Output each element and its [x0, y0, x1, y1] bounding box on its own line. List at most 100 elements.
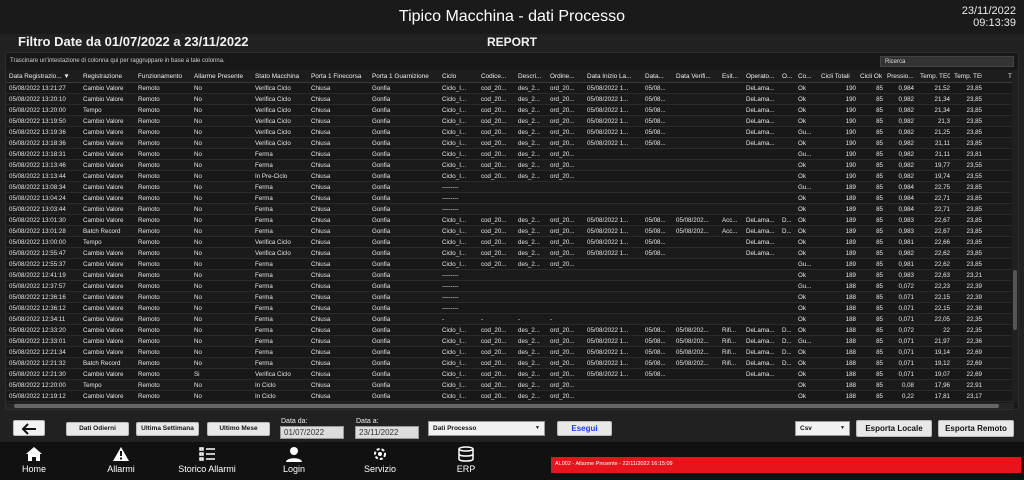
table-cell: 0,072	[898, 283, 914, 291]
table-cell: Ok	[798, 162, 806, 170]
run-button[interactable]: Esegui	[557, 421, 612, 436]
dataset-select[interactable]: Dati Processo ▼	[428, 421, 545, 436]
table-row[interactable]: 05/08/2022 13:18:31 Cambio Valore Remoto No…	[6, 149, 1014, 160]
table-row[interactable]: 05/08/2022 13:13:46 Cambio Valore Remoto No…	[6, 160, 1014, 171]
format-value: Csv	[800, 425, 812, 432]
table-row[interactable]: 05/08/2022 12:41:19 Cambio Valore Remoto No…	[6, 270, 1014, 281]
table-cell: 05/08...	[645, 140, 666, 148]
column-header[interactable]: O...	[782, 73, 796, 80]
table-cell: Verifica Ciclo	[255, 118, 291, 126]
table-cell: Cambio Valore	[83, 316, 124, 324]
column-header[interactable]: Cicli Ok	[860, 73, 883, 80]
export-remote-button[interactable]: Esporta Remoto	[938, 420, 1014, 437]
column-header[interactable]: Porta 1 Guarnizione	[372, 73, 440, 80]
table-row[interactable]: 05/08/2022 13:21:27 Cambio Valore Remoto No…	[6, 83, 1014, 94]
table-row[interactable]: 05/08/2022 13:01:28 Batch Record Remoto No F…	[6, 226, 1014, 237]
table-row[interactable]: 05/08/2022 13:20:10 Cambio Valore Remoto No…	[6, 94, 1014, 105]
column-header[interactable]: Temp. TE02	[954, 73, 982, 80]
nav-alarms[interactable]: Allarmi	[98, 444, 144, 480]
table-row[interactable]: 05/08/2022 13:19:50 Cambio Valore Remoto No…	[6, 116, 1014, 127]
table-row[interactable]: 05/08/2022 13:03:44 Cambio Valore Remoto No…	[6, 204, 1014, 215]
vertical-scrollbar[interactable]	[1012, 70, 1018, 403]
column-header[interactable]: Temp. TE01	[920, 73, 950, 80]
table-cell: No	[194, 151, 202, 159]
table-row[interactable]: 05/08/2022 12:36:16 Cambio Valore Remoto No…	[6, 292, 1014, 303]
last-month-button[interactable]: Ultimo Mese	[207, 422, 270, 436]
column-header[interactable]: Ordine...	[550, 73, 585, 80]
table-row[interactable]: 05/08/2022 12:55:37 Cambio Valore Remoto No…	[6, 259, 1014, 270]
nav-home[interactable]: Home	[14, 444, 54, 480]
table-cell: DeLama...	[746, 85, 775, 93]
back-button[interactable]	[13, 420, 45, 436]
column-header[interactable]: Funzionamento	[138, 73, 192, 80]
table-row[interactable]: 05/08/2022 12:33:20 Cambio Valore Remoto No…	[6, 325, 1014, 336]
table-cell: 85	[876, 261, 883, 269]
table-cell: cod_20...	[481, 338, 507, 346]
table-cell: 189	[845, 195, 856, 203]
table-cell: 22,63	[934, 272, 950, 280]
nav-service[interactable]: Servizio	[357, 444, 403, 480]
table-row[interactable]: 05/08/2022 12:36:12 Cambio Valore Remoto No…	[6, 303, 1014, 314]
table-cell: 05/08/2022 13:01:28	[9, 228, 66, 236]
nav-alarm-history[interactable]: Storico Allarmi	[168, 444, 246, 480]
table-cell: DeLama...	[746, 327, 775, 335]
column-header[interactable]: Registrazione	[83, 73, 136, 80]
table-row[interactable]: 05/08/2022 13:18:36 Cambio Valore Remoto No…	[6, 138, 1014, 149]
table-row[interactable]: 05/08/2022 13:04:24 Cambio Valore Remoto No…	[6, 193, 1014, 204]
column-header[interactable]: Data Registrazio... ▼	[9, 73, 81, 80]
table-row[interactable]: 05/08/2022 12:34:11 Cambio Valore Remoto No…	[6, 314, 1014, 325]
column-header[interactable]: Co...	[798, 73, 818, 80]
column-header[interactable]: Allarme Presente	[194, 73, 252, 80]
table-cell: 22,05	[934, 316, 950, 324]
format-select[interactable]: Csv ▼	[795, 421, 850, 436]
last-week-button[interactable]: Ultima Settimana	[136, 422, 199, 436]
column-header[interactable]: Operato...	[746, 73, 780, 80]
export-local-button[interactable]: Esporta Locale	[856, 420, 932, 437]
column-header[interactable]: Descri...	[518, 73, 548, 80]
table-cell: 23,17	[966, 393, 982, 401]
column-header[interactable]: Data Verifi...	[676, 73, 720, 80]
group-panel-hint[interactable]: Trascinare un'intestazione di colonna qu…	[10, 58, 225, 64]
column-header[interactable]: Codice...	[481, 73, 516, 80]
column-header[interactable]: Ciclo	[442, 73, 479, 80]
table-row[interactable]: 05/08/2022 12:20:00 Tempo Remoto No In Ciclo…	[6, 380, 1014, 391]
table-cell: 85	[876, 239, 883, 247]
nav-erp[interactable]: ERP	[446, 444, 486, 480]
table-row[interactable]: 05/08/2022 13:19:36 Cambio Valore Remoto No…	[6, 127, 1014, 138]
nav-login[interactable]: Login	[274, 444, 314, 480]
horizontal-scroll-thumb[interactable]	[14, 404, 999, 408]
column-header[interactable]: Stato Macchina	[255, 73, 309, 80]
table-cell: No	[194, 316, 202, 324]
table-row[interactable]: 05/08/2022 13:20:00 Tempo Remoto No Verifica…	[6, 105, 1014, 116]
table-row[interactable]: 05/08/2022 12:33:01 Cambio Valore Remoto No…	[6, 336, 1014, 347]
table-row[interactable]: 05/08/2022 12:21:32 Batch Record Remoto No F…	[6, 358, 1014, 369]
column-header[interactable]: Data Inizio La...	[587, 73, 643, 80]
table-row[interactable]: 05/08/2022 13:08:34 Cambio Valore Remoto No…	[6, 182, 1014, 193]
column-header[interactable]: Esit...	[722, 73, 744, 80]
column-header[interactable]: Cicli Totali	[821, 73, 856, 80]
table-row[interactable]: 05/08/2022 12:19:12 Cambio Valore Remoto No…	[6, 391, 1014, 402]
vertical-scroll-thumb[interactable]	[1013, 270, 1017, 330]
column-header[interactable]: Porta 1 Finecorsa	[311, 73, 369, 80]
today-button[interactable]: Dati Odierni	[66, 422, 129, 436]
table-cell: 22,62	[934, 250, 950, 258]
active-alarm-banner[interactable]: AL002 - Allarme Presente - 22/11/2022 16…	[551, 457, 1021, 473]
table-row[interactable]: 05/08/2022 12:55:47 Cambio Valore Remoto No…	[6, 248, 1014, 259]
column-header[interactable]: Data...	[645, 73, 674, 80]
table-cell: 22,15	[934, 305, 950, 313]
table-cell: ord_20...	[550, 338, 575, 346]
from-date-field[interactable]: 01/07/2022	[280, 426, 344, 439]
table-row[interactable]: 05/08/2022 13:00:00 Tempo Remoto No Verifica…	[6, 237, 1014, 248]
table-cell: Gonfia	[372, 327, 391, 335]
table-row[interactable]: 05/08/2022 12:21:34 Cambio Valore Remoto No…	[6, 347, 1014, 358]
table-row[interactable]: 05/08/2022 13:13:44 Cambio Valore Remoto No…	[6, 171, 1014, 182]
table-cell: 05/08/2022 1...	[587, 228, 629, 236]
table-row[interactable]: 05/08/2022 12:37:57 Cambio Valore Remoto No…	[6, 281, 1014, 292]
search-input[interactable]: Ricerca	[880, 56, 1014, 67]
table-row[interactable]: 05/08/2022 12:21:30 Cambio Valore Remoto Si…	[6, 369, 1014, 380]
horizontal-scrollbar[interactable]	[6, 403, 1014, 409]
to-date-field[interactable]: 23/11/2022	[355, 426, 419, 439]
table-row[interactable]: 05/08/2022 13:01:30 Cambio Valore Remoto No…	[6, 215, 1014, 226]
column-header[interactable]: Pressio...	[887, 73, 914, 80]
table-cell: Ciclo_I...	[442, 250, 467, 258]
